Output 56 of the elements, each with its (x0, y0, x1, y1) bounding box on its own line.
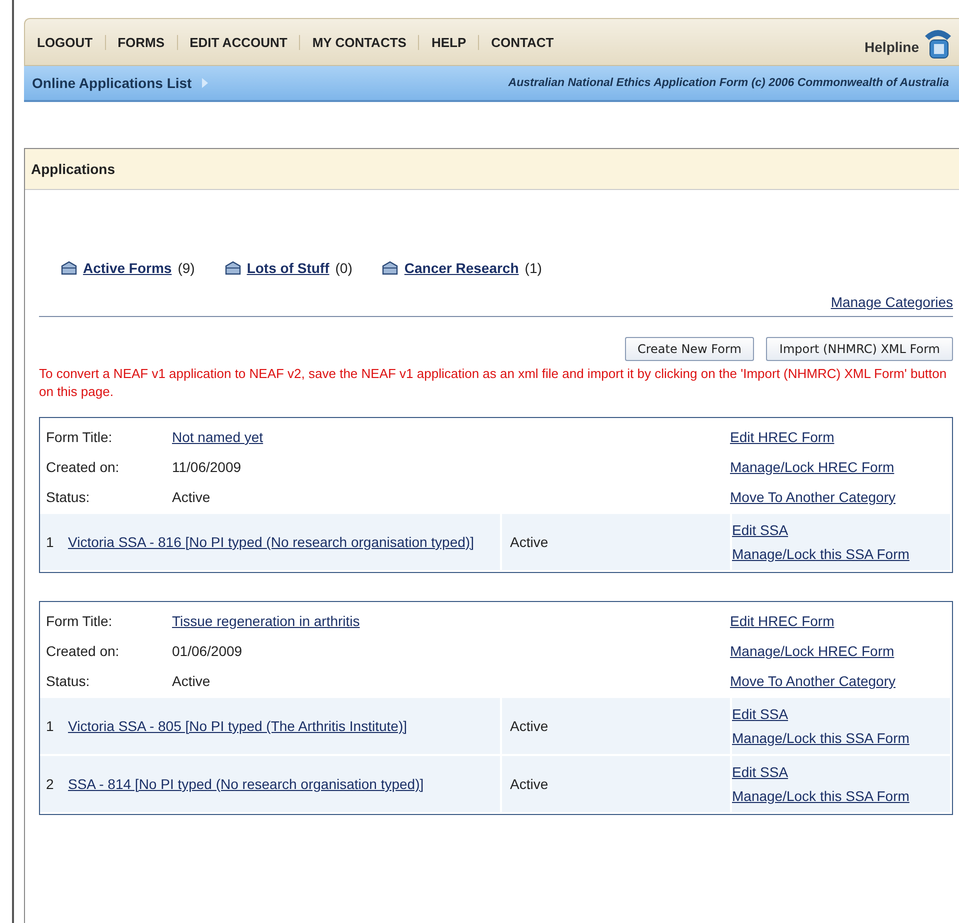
category-link[interactable]: Cancer Research (404, 260, 519, 276)
form-action-link[interactable]: Edit HREC Form (730, 422, 950, 452)
form-action-link[interactable]: Move To Another Category (730, 666, 950, 696)
field-label: Form Title: (46, 428, 114, 447)
nav-link[interactable]: MY CONTACTS (299, 34, 418, 50)
ssa-link[interactable]: Victoria SSA - 816 [No PI typed (No research organisation typed)] (64, 527, 500, 557)
ssa-status: Active (500, 756, 730, 812)
category-count: (0) (335, 260, 352, 276)
category-link[interactable]: Active Forms (83, 260, 172, 276)
ssa-action-link[interactable]: Edit SSA (732, 518, 950, 542)
category-count: (1) (524, 260, 542, 276)
form-button[interactable]: Import (NHMRC) XML Form (766, 337, 953, 361)
arrow-icon (200, 77, 210, 89)
ssa-link[interactable]: Victoria SSA - 805 [No PI typed (The Arthritis Institute)] (64, 711, 500, 741)
form-button[interactable]: Create New Form (624, 337, 754, 361)
nav-link[interactable]: CONTACT (478, 34, 566, 50)
field-label: Created on: (46, 642, 120, 661)
ssa-action-link[interactable]: Edit SSA (732, 760, 950, 784)
ssa-action-link[interactable]: Manage/Lock this SSA Form (732, 542, 950, 566)
ssa-status: Active (500, 514, 730, 570)
folder-icon (382, 261, 398, 275)
copyright-text: Australian National Ethics Application Form (c) 2006 Commonwealth of Australia (508, 77, 949, 89)
created-date: 11/06/2009 (172, 458, 242, 477)
helpline-link[interactable]: Helpline (864, 39, 919, 55)
category-link[interactable]: Lots of Stuff (246, 260, 330, 276)
field-label: Status: (46, 672, 91, 691)
panel-title: Applications (31, 161, 116, 177)
ssa-action-link[interactable]: Manage/Lock this SSA Form (732, 726, 950, 750)
form-status: Active (172, 672, 212, 691)
field-label: Form Title: (46, 612, 114, 631)
folder-icon (224, 261, 241, 275)
form-action-link[interactable]: Edit HREC Form (730, 606, 950, 636)
folder-icon (61, 261, 77, 275)
row-number: 2 (45, 776, 55, 792)
form-status: Active (172, 488, 212, 507)
nav-link[interactable]: FORMS (104, 34, 177, 50)
created-date: 01/06/2009 (172, 642, 244, 661)
ssa-action-link[interactable]: Manage/Lock this SSA Form (732, 784, 950, 808)
form-action-link[interactable]: Manage/Lock HREC Form (730, 636, 950, 666)
form-action-link[interactable]: Move To Another Category (730, 482, 950, 512)
category-count: (9) (178, 260, 195, 276)
manage-categories-link[interactable]: Manage Categories (830, 294, 953, 310)
nav-link[interactable]: LOGOUT (35, 34, 105, 50)
form-title-link[interactable]: Not named yet (172, 429, 264, 445)
page-title: Online Applications List (32, 75, 192, 91)
field-label: Status: (46, 488, 91, 507)
conversion-notice: To convert a NEAF v1 application to NEAF v2, save the NEAF v1 application as an xml file and import it by clicking on the 'Import (NHMRC) XML Form' button on this page. (39, 365, 948, 401)
form-action-link[interactable]: Manage/Lock HREC Form (730, 452, 950, 482)
row-number: 1 (45, 718, 55, 734)
row-number: 1 (45, 534, 55, 550)
ssa-link[interactable]: SSA - 814 [No PI typed (No research organisation typed)] (64, 769, 500, 799)
ssa-action-link[interactable]: Edit SSA (732, 702, 950, 726)
field-label: Created on: (46, 458, 120, 477)
nav-link[interactable]: EDIT ACCOUNT (176, 34, 300, 50)
form-title-link[interactable]: Tissue regeneration in arthritis (172, 613, 360, 629)
nav-link[interactable]: HELP (418, 34, 478, 50)
